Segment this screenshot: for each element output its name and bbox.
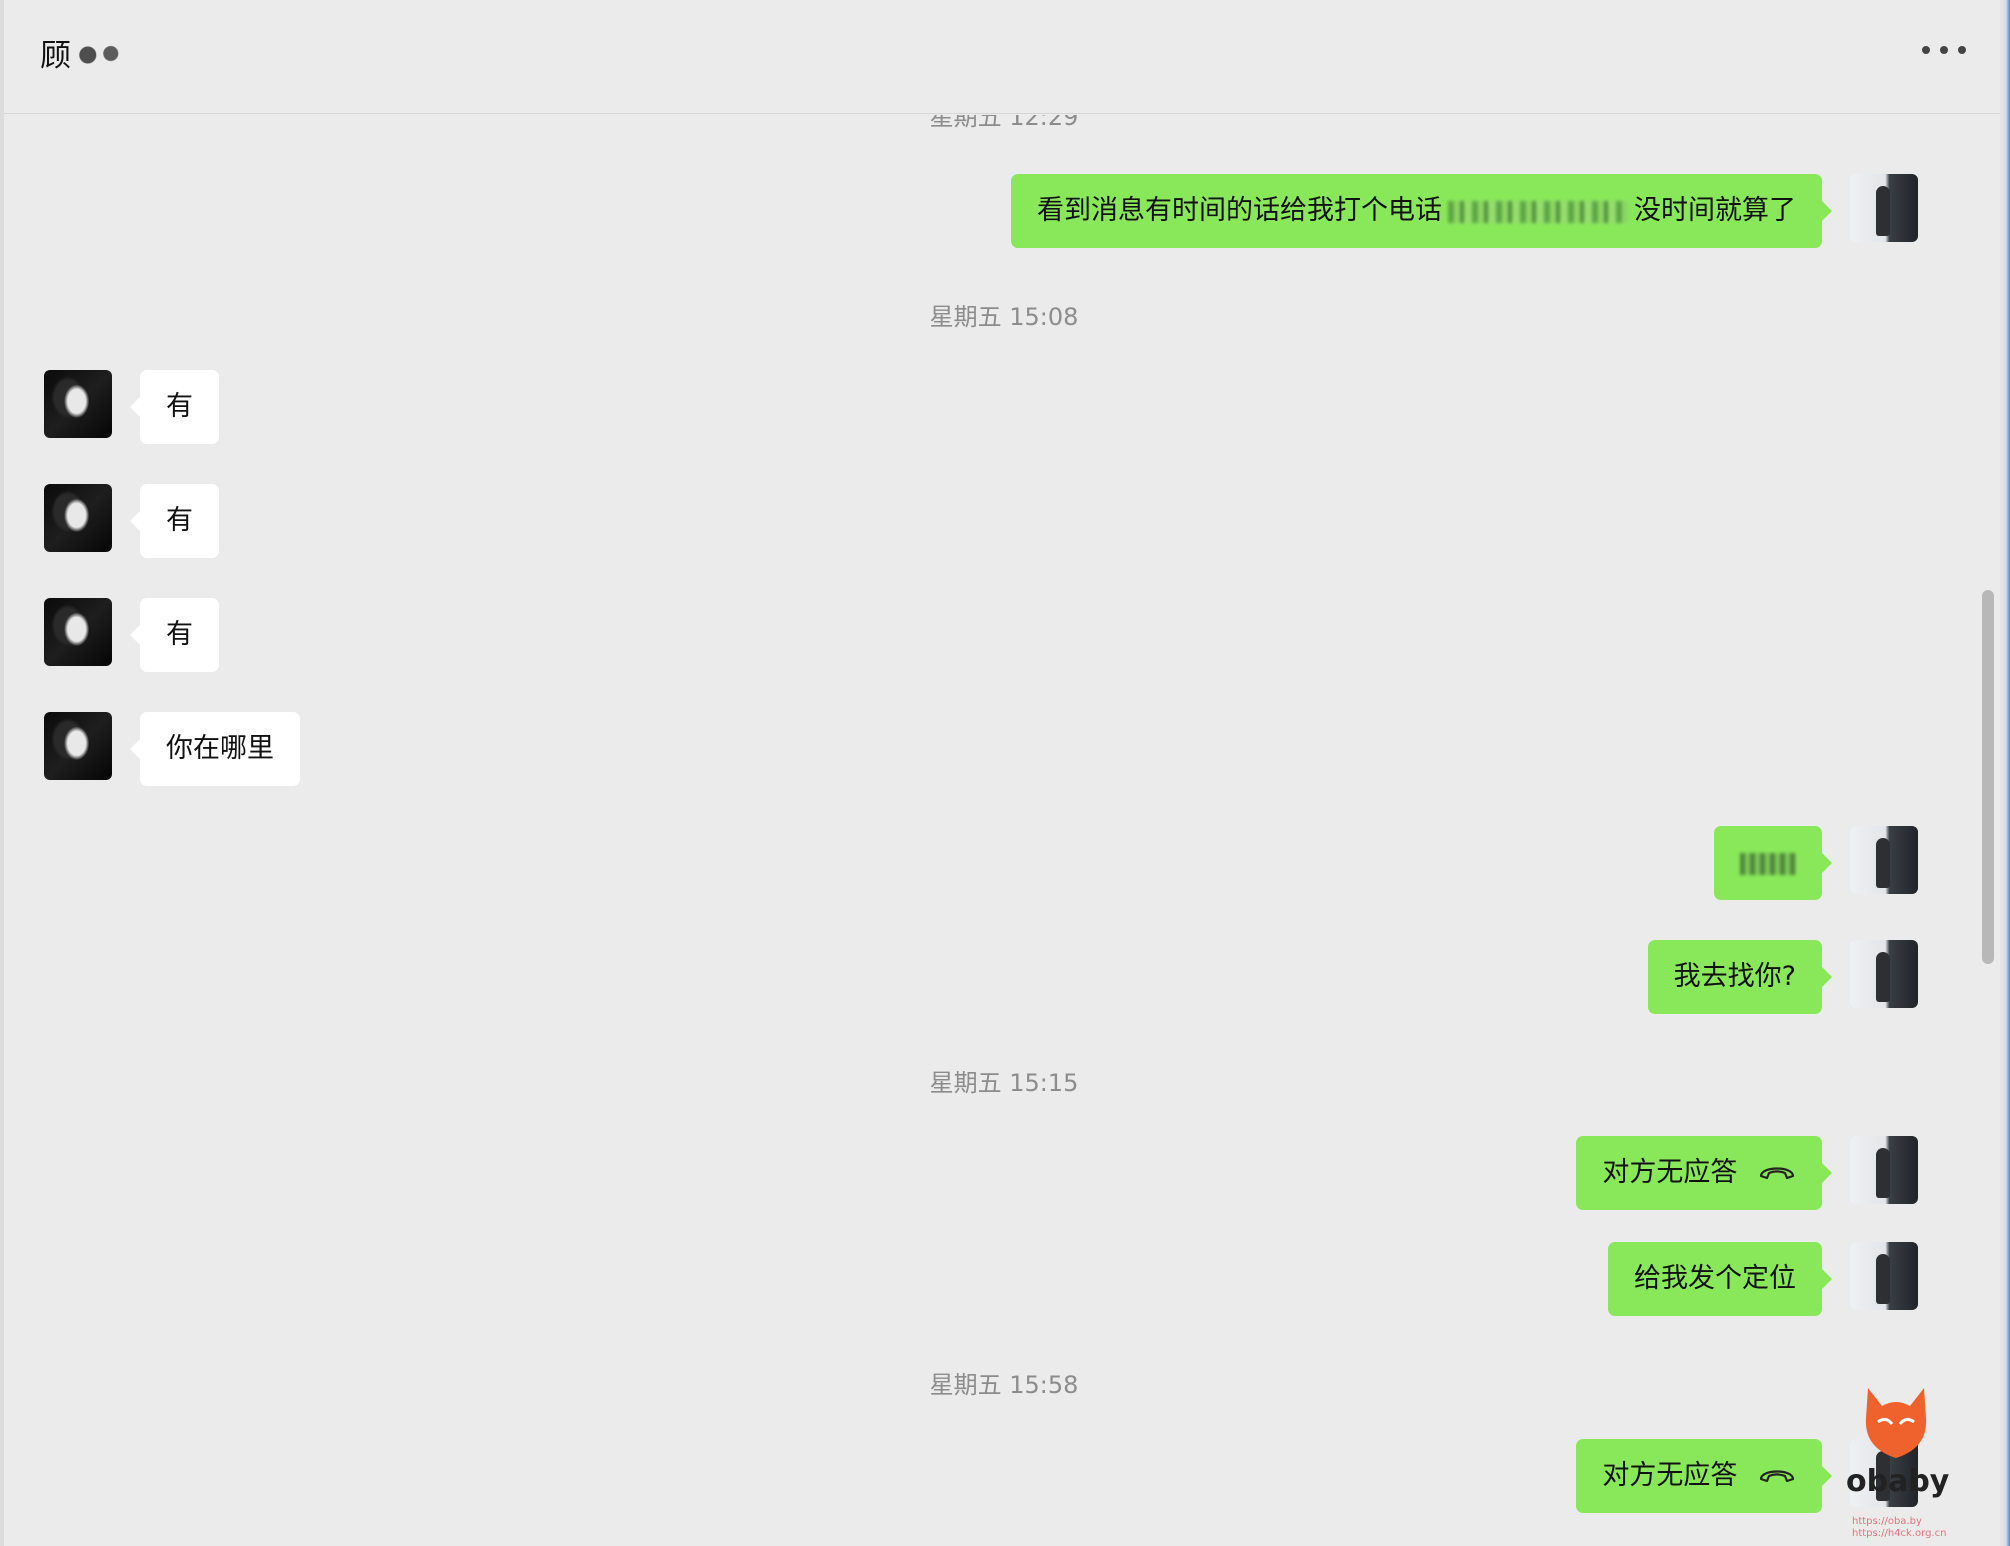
timestamp: 星期五 15:15 [929, 1069, 1079, 1097]
contact-avatar[interactable] [44, 598, 112, 666]
more-options-button[interactable] [1922, 38, 1966, 62]
call-record-message[interactable]: 对方无应答 [1576, 1439, 1832, 1513]
redacted-phone-number [1448, 200, 1628, 223]
watermark-url: https://oba.by [1852, 1516, 1922, 1527]
watermark: obaby https://oba.by https://h4ck.org.cn [1846, 1378, 1956, 1539]
my-avatar[interactable] [1850, 826, 1918, 894]
outgoing-message[interactable]: 给我发个定位 [1608, 1242, 1832, 1316]
timestamp: 星期五 15:58 [929, 1371, 1079, 1399]
outgoing-message[interactable] [1714, 826, 1832, 900]
outgoing-message[interactable]: 我去找你? [1647, 940, 1833, 1014]
call-record-message[interactable]: 对方无应答 [1576, 1136, 1832, 1210]
incoming-message[interactable]: 有 [130, 484, 219, 558]
message-text: 对方无应答 [1602, 1460, 1738, 1491]
scrollbar-thumb[interactable] [1982, 590, 1994, 964]
fox-logo-icon [1865, 1388, 1927, 1458]
message-text: 对方无应答 [1602, 1157, 1738, 1188]
chat-header: 顾 [4, 0, 2000, 114]
incoming-message[interactable]: 有 [130, 598, 219, 672]
timestamp: 星期五 12:29 [929, 115, 1079, 131]
message-text: 看到消息有时间的话给我打个电话 [1037, 195, 1442, 226]
my-avatar[interactable] [1850, 1242, 1918, 1310]
more-icon-dot [1922, 46, 1930, 54]
contact-name-text: 顾 [40, 38, 72, 74]
phone-hangup-icon [1759, 1469, 1795, 1482]
watermark-url: https://h4ck.org.cn [1852, 1528, 1947, 1539]
outgoing-message[interactable]: 看到消息有时间的话给我打个电话 没时间就算了 [1011, 174, 1832, 248]
watermark-brand: obaby [1846, 1464, 1950, 1499]
contact-avatar[interactable] [44, 370, 112, 438]
scrollbar[interactable] [1980, 114, 1996, 1546]
contact-avatar[interactable] [44, 712, 112, 780]
timestamp: 星期五 15:08 [929, 303, 1079, 331]
incoming-message[interactable]: 有 [130, 370, 219, 444]
more-icon-dot [1958, 46, 1966, 54]
redacted-message-content [1740, 852, 1796, 875]
contact-name[interactable]: 顾 [40, 30, 120, 75]
chat-window: 顾 星期五 12:29 看到消息有时间的话给我打个电话 没时间就算了 星期五 15… [0, 0, 2010, 1546]
window-right-edge [2000, 0, 2010, 1546]
incoming-message[interactable]: 你在哪里 [130, 712, 300, 786]
contact-avatar[interactable] [44, 484, 112, 552]
my-avatar[interactable] [1850, 1136, 1918, 1204]
phone-hangup-icon [1759, 1166, 1795, 1179]
redacted-name-mark [73, 42, 120, 73]
message-list[interactable]: 星期五 12:29 看到消息有时间的话给我打个电话 没时间就算了 星期五 15:0… [4, 115, 1984, 1546]
message-text: 没时间就算了 [1634, 195, 1796, 226]
my-avatar[interactable] [1850, 174, 1918, 242]
my-avatar[interactable] [1850, 940, 1918, 1008]
more-icon-dot [1940, 46, 1948, 54]
